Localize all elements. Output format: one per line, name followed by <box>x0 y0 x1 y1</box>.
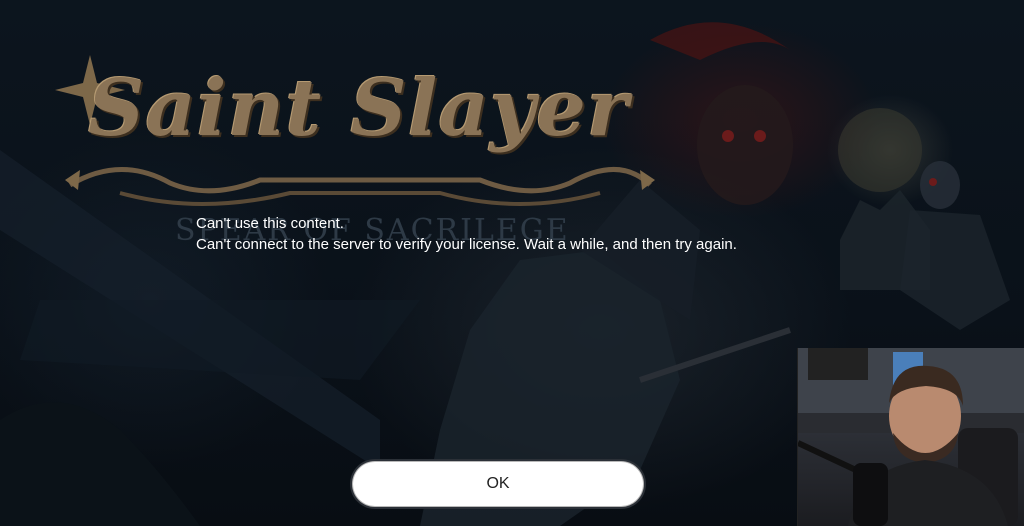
error-message: Can't use this content. Can't connect to… <box>196 213 737 255</box>
person-webcam-icon <box>798 348 1024 526</box>
ok-button[interactable]: OK <box>353 462 643 506</box>
streamer-webcam-overlay <box>797 348 1024 526</box>
error-title: Can't use this content. <box>196 215 344 232</box>
logo-title: Saint Slayer <box>88 63 629 154</box>
logo-flourish-ornament <box>65 167 655 206</box>
error-detail: Can't connect to the server to verify yo… <box>196 236 737 253</box>
